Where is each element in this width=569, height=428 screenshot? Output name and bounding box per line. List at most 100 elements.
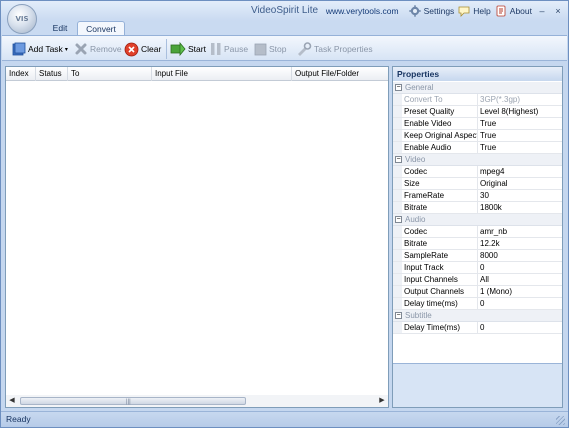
property-row[interactable]: SampleRate 8000: [393, 250, 562, 262]
status-bar: Ready: [1, 411, 568, 427]
property-row[interactable]: Input Track 0: [393, 262, 562, 274]
property-row[interactable]: Enable Audio True: [393, 142, 562, 154]
property-value[interactable]: 3GP(*.3gp): [478, 94, 562, 105]
property-value[interactable]: 1 (Mono): [478, 286, 562, 297]
category-general[interactable]: − General: [393, 82, 562, 94]
property-grid[interactable]: − General Convert To 3GP(*.3gp) Preset Qua…: [393, 82, 562, 334]
title-bar: VideoSpirit Lite www.verytools.com Setti…: [1, 1, 568, 21]
property-row[interactable]: Output Channels 1 (Mono): [393, 286, 562, 298]
column-header-to[interactable]: To: [68, 67, 152, 81]
property-row[interactable]: FrameRate 30: [393, 190, 562, 202]
property-name: Delay time(ms): [402, 298, 478, 309]
property-name: Codec: [402, 166, 478, 177]
stop-button[interactable]: Stop: [254, 39, 287, 59]
property-value[interactable]: 0: [478, 298, 562, 309]
scroll-right-icon[interactable]: ▶: [376, 395, 388, 407]
chevron-down-icon: ▾: [64, 46, 68, 53]
property-value[interactable]: mpeg4: [478, 166, 562, 177]
property-value[interactable]: 30: [478, 190, 562, 201]
property-row[interactable]: Codec amr_nb: [393, 226, 562, 238]
property-name: Enable Audio: [402, 142, 478, 153]
collapse-icon[interactable]: −: [395, 312, 402, 319]
property-value[interactable]: 0: [478, 262, 562, 273]
property-name: Bitrate: [402, 202, 478, 213]
collapse-icon[interactable]: −: [395, 156, 402, 163]
clear-button[interactable]: Clear: [124, 39, 161, 59]
property-row[interactable]: Preset Quality Level 8(Highest): [393, 106, 562, 118]
grip-icon: |||: [126, 399, 131, 405]
main-window: VideoSpirit Lite www.verytools.com Setti…: [0, 0, 569, 428]
property-value[interactable]: Original: [478, 178, 562, 189]
property-value[interactable]: amr_nb: [478, 226, 562, 237]
scrollbar-thumb[interactable]: |||: [20, 397, 246, 405]
property-row[interactable]: Delay Time(ms) 0: [393, 322, 562, 334]
property-row[interactable]: Bitrate 1800k: [393, 202, 562, 214]
property-name: Keep Original Aspect: [404, 130, 478, 141]
help-label: Help: [473, 6, 491, 16]
help-button[interactable]: Help: [458, 5, 491, 17]
property-value[interactable]: 1800k: [478, 202, 562, 213]
website-link[interactable]: www.verytools.com: [326, 6, 399, 16]
category-video[interactable]: − Video: [393, 154, 562, 166]
category-label: Audio: [405, 215, 426, 224]
property-value[interactable]: All: [478, 274, 562, 285]
property-value[interactable]: 8000: [478, 250, 562, 261]
property-value[interactable]: True: [478, 118, 562, 129]
property-row[interactable]: Bitrate 12.2k: [393, 238, 562, 250]
remove-button[interactable]: Remove: [74, 39, 122, 59]
start-button[interactable]: Start: [170, 39, 206, 59]
pause-icon: [211, 43, 221, 55]
property-row[interactable]: Delay time(ms) 0: [393, 298, 562, 310]
column-header-input-file[interactable]: Input File: [152, 67, 292, 81]
property-row[interactable]: Enable Video True: [393, 118, 562, 130]
property-name: Input Track: [402, 262, 478, 273]
resize-grip-icon[interactable]: [556, 416, 565, 425]
category-label: Subtitle: [405, 311, 432, 320]
property-row[interactable]: Codec mpeg4: [393, 166, 562, 178]
add-task-button[interactable]: Add Task ▾: [12, 39, 68, 59]
property-row[interactable]: Size Original: [393, 178, 562, 190]
category-label: General: [405, 83, 434, 92]
tab-convert[interactable]: Convert: [77, 21, 125, 35]
app-orb-button[interactable]: VIS: [7, 4, 37, 34]
property-value[interactable]: True: [478, 130, 562, 141]
minimize-button[interactable]: –: [536, 5, 548, 17]
clear-icon: [124, 42, 139, 56]
property-value[interactable]: Level 8(Highest): [478, 106, 562, 117]
task-list-header: Index Status To Input File Output File/F…: [6, 67, 388, 81]
collapse-icon[interactable]: −: [395, 216, 402, 223]
scroll-left-icon[interactable]: ◀: [6, 395, 18, 407]
property-value[interactable]: True: [478, 142, 562, 153]
property-name: Delay Time(ms): [402, 322, 478, 333]
property-name: SampleRate: [402, 250, 478, 261]
category-subtitle[interactable]: − Subtitle: [393, 310, 562, 322]
collapse-icon[interactable]: −: [395, 84, 402, 91]
property-value[interactable]: 12.2k: [478, 238, 562, 249]
property-row[interactable]: Keep Original Aspect True: [393, 130, 562, 142]
add-task-icon: [12, 42, 26, 56]
property-row[interactable]: Convert To 3GP(*.3gp): [393, 94, 562, 106]
tab-edit[interactable]: Edit: [45, 21, 75, 35]
stop-label: Stop: [269, 44, 287, 54]
close-button[interactable]: ×: [552, 5, 564, 17]
property-description-area: [393, 363, 562, 407]
category-audio[interactable]: − Audio: [393, 214, 562, 226]
property-name: Codec: [402, 226, 478, 237]
task-list[interactable]: Index Status To Input File Output File/F…: [5, 66, 389, 408]
remove-icon: [75, 43, 87, 55]
property-row[interactable]: Input Channels All: [393, 274, 562, 286]
settings-icon: [408, 5, 421, 17]
horizontal-scrollbar[interactable]: ◀ ||| ▶: [6, 395, 388, 407]
pause-button[interactable]: Pause: [210, 39, 248, 59]
column-header-status[interactable]: Status: [36, 67, 68, 81]
column-header-index[interactable]: Index: [6, 67, 36, 81]
about-button[interactable]: About: [495, 5, 532, 17]
settings-button[interactable]: Settings: [408, 5, 454, 17]
about-icon: [496, 5, 506, 17]
property-value[interactable]: 0: [478, 322, 562, 333]
task-properties-button[interactable]: Task Properties: [296, 39, 373, 59]
clear-label: Clear: [141, 44, 162, 54]
column-header-output-folder[interactable]: Output File/Folder: [292, 67, 388, 81]
about-label: About: [509, 6, 532, 16]
task-properties-icon: [298, 42, 312, 56]
